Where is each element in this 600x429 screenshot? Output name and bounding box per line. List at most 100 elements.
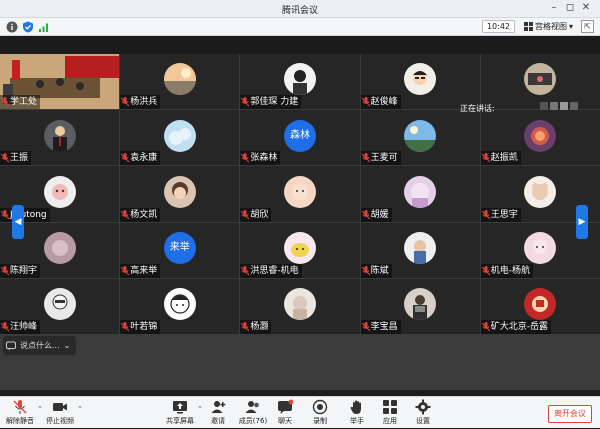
mic-muted-icon [121, 97, 130, 107]
chevron-up-icon[interactable]: ⌃ [77, 405, 83, 413]
invite-user-icon [211, 401, 226, 413]
settings-label: 设置 [416, 417, 430, 425]
mic-muted-icon [241, 209, 250, 219]
participant-tile[interactable]: 杨洪兵 [120, 54, 240, 110]
participant-name-bar: 机电-杨航 [480, 263, 534, 278]
participant-tile[interactable]: 洪思睿-机电 [240, 222, 360, 278]
avatar [283, 288, 316, 321]
participant-name: 李宝昌 [370, 321, 398, 332]
mic-muted-icon [481, 209, 490, 219]
avatar [283, 231, 316, 264]
stop-video-label: 停止视频 [46, 417, 74, 425]
avatar [524, 175, 557, 208]
share-screen-icon [173, 401, 187, 414]
minimize-icon[interactable]: – [548, 2, 560, 14]
mic-muted-icon [1, 97, 9, 107]
participant-name-bar: 王振 [0, 151, 32, 166]
participant-tile[interactable]: 来举 高来举 [120, 222, 240, 278]
view-mode-label: 宫格视图 [534, 22, 567, 31]
participant-name: 胡欣 [250, 209, 269, 220]
participant-tile[interactable]: 郭佳琛 力建 [240, 54, 360, 110]
participant-tile[interactable]: 森林 张森林 [240, 110, 360, 166]
fullscreen-icon[interactable]: ⇱ [581, 20, 594, 33]
avatar-text: 森林 [283, 119, 316, 152]
participant-tile[interactable]: 李宝昌 [360, 278, 480, 334]
close-icon[interactable]: ✕ [580, 2, 592, 14]
gear-icon [415, 399, 431, 415]
previous-page-icon[interactable]: ◀ [12, 205, 24, 239]
participant-name: 张森林 [250, 153, 278, 164]
mic-muted-icon [1, 265, 9, 276]
participant-grid: 学工处 杨洪兵 郭佳琛 力建 赵俊峰 王振 袁永康 森林 张森林 王麦可 赵振凯… [0, 54, 600, 390]
participant-name-bar: 王思宇 [480, 207, 521, 222]
raise-hand-label: 举手 [350, 417, 364, 425]
participant-tile[interactable]: 胡媛 [360, 166, 480, 222]
shield-icon[interactable] [22, 21, 34, 33]
participant-tile[interactable]: 王麦可 [360, 110, 480, 166]
maximize-icon[interactable]: ◻ [564, 2, 576, 14]
chat-preview[interactable]: 说点什么... ⌄ [3, 336, 77, 355]
window-title: 腾讯会议 [281, 6, 318, 16]
participant-name-bar: 郭佳琛 力建 [240, 95, 302, 110]
participant-name-bar: 陈斌 [360, 263, 392, 278]
participant-tile[interactable]: 袁永康 [120, 110, 240, 166]
view-mode-button[interactable]: 宫格视图 ▾ [521, 20, 576, 33]
participant-tile[interactable]: 汪帅峰 [0, 278, 120, 334]
share-screen-button[interactable]: 共享屏幕 [160, 399, 200, 429]
participant-name: 陈翔宇 [10, 265, 38, 276]
avatar [524, 63, 557, 96]
participant-name-bar: 赵俊峰 [360, 95, 401, 110]
settings-button[interactable]: 设置 [403, 399, 443, 429]
participant-name: 高来举 [130, 265, 158, 276]
apps-label: 应用 [383, 417, 397, 425]
participant-name: 袁永康 [130, 153, 158, 164]
apps-icon [383, 400, 397, 414]
video-camera-icon [53, 403, 67, 411]
mic-muted-icon [1, 321, 9, 332]
participant-tile[interactable]: 学工处 [0, 54, 120, 110]
participant-name-bar: 高来举 [120, 263, 161, 278]
participant-name: 汪帅峰 [10, 321, 38, 332]
participant-tile[interactable]: 杨灏 [240, 278, 360, 334]
avatar [43, 119, 76, 152]
avatar [163, 119, 196, 152]
participant-tile[interactable]: 叶若锦 [120, 278, 240, 334]
avatar [404, 288, 437, 321]
info-icon[interactable] [6, 21, 18, 33]
participant-tile[interactable]: 杨文凯 [120, 166, 240, 222]
stop-video-button[interactable]: 停止视频 [40, 399, 80, 429]
participant-tile[interactable]: 矿大北京-岳露 [480, 278, 600, 334]
participant-name-bar: 胡欣 [240, 207, 272, 222]
participant-name: 杨文凯 [130, 209, 158, 220]
meeting-toolbar: 10:42 宫格视图 ▾ ⇱ [0, 18, 600, 36]
grid-view-icon [523, 22, 533, 31]
invite-button[interactable]: 邀请 [198, 399, 238, 429]
participant-tile[interactable]: 陈斌 [360, 222, 480, 278]
record-button[interactable]: 录制 [300, 399, 340, 429]
leave-meeting-button[interactable]: 离开会议 [548, 405, 592, 423]
participant-tile[interactable]: 胡欣 [240, 166, 360, 222]
unmute-button[interactable]: 解除静音 [0, 399, 40, 429]
participant-name-bar: 张森林 [240, 151, 281, 166]
avatar [404, 63, 437, 96]
mic-muted-icon [121, 153, 130, 163]
meeting-controls: 解除静音 ⌃ 停止视频 ⌃ 共享屏幕 ⌃ 邀请 成员(76) 聊天 录制 举手 … [0, 396, 600, 428]
participant-name-bar: Jiyutong [0, 207, 50, 222]
avatar [283, 175, 316, 208]
participant-tile[interactable]: 赵振凯 [480, 110, 600, 166]
participant-name-bar: 袁永康 [120, 151, 161, 166]
members-icon [245, 401, 259, 413]
participant-tile[interactable]: 王振 [0, 110, 120, 166]
chevron-down-icon[interactable]: ⌄ [64, 341, 71, 350]
chat-button[interactable]: 聊天 [265, 399, 305, 429]
signal-icon[interactable] [38, 21, 50, 33]
mic-muted-icon [481, 321, 490, 332]
record-icon [312, 399, 328, 415]
participant-tile[interactable]: 赵俊峰 [360, 54, 480, 110]
next-page-icon[interactable]: ▶ [576, 205, 588, 239]
invite-label: 邀请 [211, 417, 225, 425]
participant-name-bar: 陈翔宇 [0, 263, 41, 278]
participant-name: 郭佳琛 力建 [250, 97, 299, 108]
participant-name: 杨灏 [250, 321, 269, 332]
mic-muted-icon [121, 321, 130, 332]
